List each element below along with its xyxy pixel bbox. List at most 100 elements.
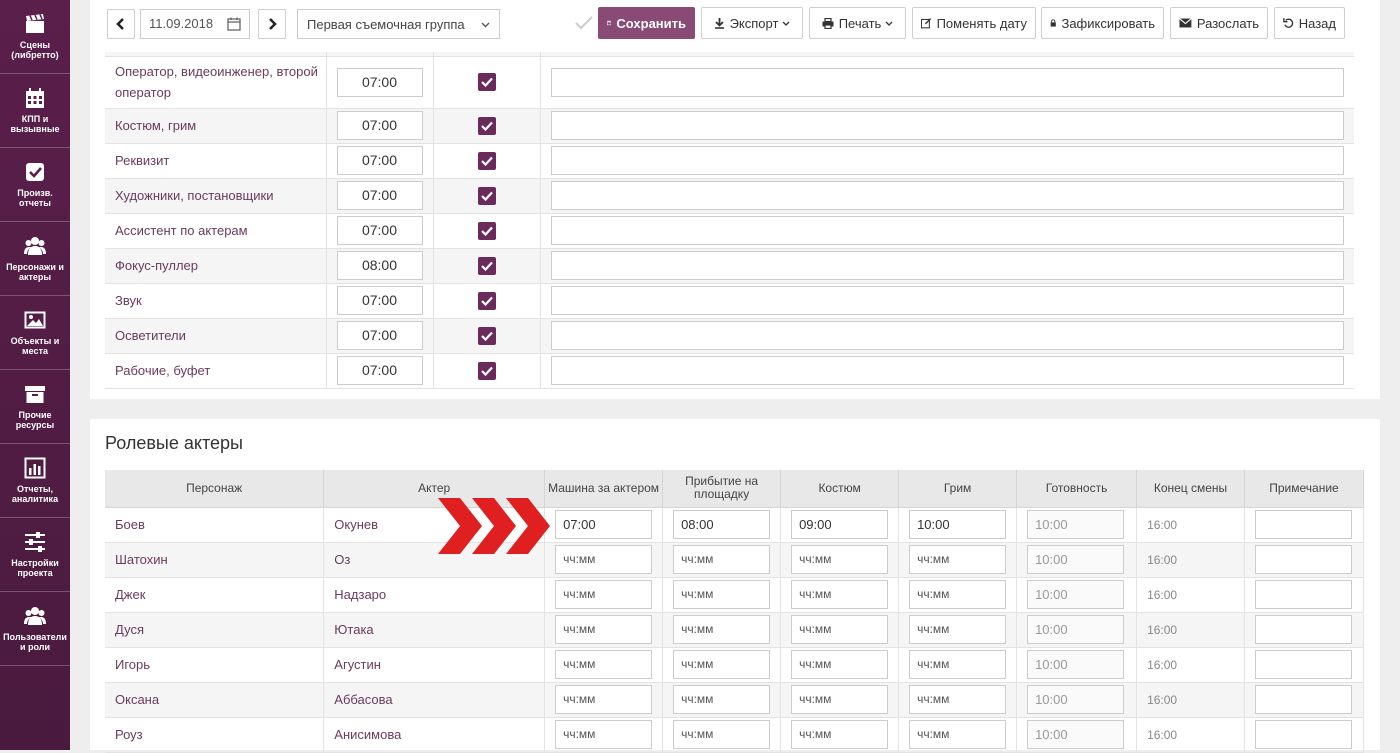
cast-arrival-cell: чч:мм [662, 647, 782, 683]
cast-makeup-input[interactable]: чч:мм [909, 580, 1007, 609]
calendar-icon[interactable] [227, 17, 241, 31]
crew-checkbox[interactable] [477, 361, 496, 380]
crew-note-input[interactable] [550, 146, 1344, 175]
chevron-down-icon [885, 21, 893, 26]
cast-note-cell [1244, 577, 1365, 613]
crew-checkbox[interactable] [477, 291, 496, 310]
print-button[interactable]: Печать [809, 7, 906, 39]
export-button[interactable]: Экспорт [701, 7, 803, 39]
crew-time-input[interactable]: 07:00 [336, 181, 423, 210]
crew-time-input[interactable]: 07:00 [336, 146, 423, 175]
sidebar-item-8[interactable]: Пользователи и роли [0, 592, 70, 666]
cast-car-input[interactable]: 07:00 [555, 510, 653, 539]
crew-note-input[interactable] [550, 111, 1344, 140]
crew-checkbox[interactable] [477, 151, 496, 170]
sidebar-item-6[interactable]: Отчеты, аналитика [0, 444, 70, 518]
cast-note-input[interactable] [1254, 545, 1352, 574]
sidebar-item-0[interactable]: Сцены (либретто) [0, 0, 70, 74]
crew-checkbox[interactable] [477, 73, 496, 91]
crew-time-input[interactable]: 07:00 [336, 286, 423, 315]
sidebar-item-3[interactable]: Персонажи и актеры [0, 222, 70, 296]
sidebar-item-5[interactable]: Прочие ресурсы [0, 370, 70, 444]
save-button[interactable]: Сохранить [598, 7, 695, 39]
crew-time-input[interactable]: 07:00 [336, 216, 423, 245]
cast-costume-input[interactable]: 09:00 [791, 510, 889, 539]
crew-time-input[interactable]: 07:00 [336, 356, 423, 385]
cast-header-cell: Конец смены [1136, 470, 1245, 508]
cast-costume-input[interactable]: чч:мм [791, 615, 889, 644]
cast-makeup-input[interactable]: чч:мм [909, 615, 1007, 644]
crew-note-cell [540, 178, 1354, 214]
crew-time-input[interactable]: 07:00 [336, 67, 423, 97]
cast-makeup-input[interactable]: чч:мм [909, 720, 1007, 749]
crew-checkbox[interactable] [477, 221, 496, 240]
cast-note-input[interactable] [1254, 685, 1352, 714]
table-row: Фокус-пуллер 08:00 [105, 248, 1354, 284]
crew-note-input[interactable] [550, 251, 1344, 280]
cast-arrival-input[interactable]: чч:мм [673, 650, 771, 679]
crew-checkbox[interactable] [477, 256, 496, 275]
crew-note-input[interactable] [550, 356, 1344, 385]
cast-note-input[interactable] [1254, 650, 1352, 679]
crew-time-input[interactable]: 07:00 [336, 321, 423, 350]
crew-note-input[interactable] [550, 181, 1344, 210]
next-date-button[interactable] [258, 9, 286, 39]
group-select[interactable]: Первая съемочная группа [297, 9, 500, 39]
cast-arrival-input[interactable]: 08:00 [673, 510, 771, 539]
cast-makeup-input[interactable]: чч:мм [909, 545, 1007, 574]
cast-makeup-input[interactable]: чч:мм [909, 650, 1007, 679]
cast-actor: Агустин [323, 647, 546, 683]
prev-date-button[interactable] [107, 9, 135, 39]
cast-costume-input[interactable]: чч:мм [791, 685, 889, 714]
crew-time-input[interactable]: 07:00 [336, 111, 423, 140]
sidebar-item-4[interactable]: Объекты и места [0, 296, 70, 370]
crew-checkbox[interactable] [477, 116, 496, 135]
cast-makeup-cell: чч:мм [898, 577, 1018, 613]
cast-arrival-input[interactable]: чч:мм [673, 545, 771, 574]
cast-car-input[interactable]: чч:мм [555, 650, 653, 679]
sidebar-item-7[interactable]: Настройки проекта [0, 518, 70, 592]
cast-note-cell [1244, 542, 1365, 578]
cast-arrival-input[interactable]: чч:мм [673, 720, 771, 749]
cast-car-input[interactable]: чч:мм [555, 580, 653, 609]
cast-costume-input[interactable]: чч:мм [791, 545, 889, 574]
change-date-button[interactable]: Поменять дату [912, 7, 1036, 39]
sidebar-item-1[interactable]: КПП и вызывные [0, 74, 70, 148]
cast-costume-cell: чч:мм [780, 542, 900, 578]
cast-makeup-input[interactable]: чч:мм [909, 685, 1007, 714]
cast-note-input[interactable] [1254, 580, 1352, 609]
cast-makeup-input[interactable]: 10:00 [909, 510, 1007, 539]
cast-note-cell [1244, 682, 1365, 718]
cast-note-input[interactable] [1254, 510, 1352, 539]
crew-check-cell [433, 213, 541, 249]
cast-arrival-input[interactable]: чч:мм [673, 685, 771, 714]
back-button[interactable]: Назад [1274, 7, 1345, 39]
crew-checkbox[interactable] [477, 186, 496, 205]
crew-note-input[interactable] [550, 216, 1344, 245]
fix-button[interactable]: Зафиксировать [1041, 7, 1164, 39]
send-button[interactable]: Разослать [1170, 7, 1268, 39]
cast-car-input[interactable]: чч:мм [555, 685, 653, 714]
cast-note-input[interactable] [1254, 720, 1352, 749]
cast-car-input[interactable]: чч:мм [555, 545, 653, 574]
sidebar-item-2[interactable]: Произв. отчеты [0, 148, 70, 222]
cast-table: Персонаж Актер Машина за актером Прибытие н… [105, 470, 1365, 753]
cast-arrival-input[interactable]: чч:мм [673, 615, 771, 644]
crew-note-input[interactable] [550, 286, 1344, 315]
sidebar-item-label: Отчеты, аналитика [11, 484, 59, 504]
cast-costume-input[interactable]: чч:мм [791, 580, 889, 609]
sidebar-item-label: Прочие ресурсы [15, 410, 55, 430]
date-input[interactable]: 11.09.2018 [140, 9, 250, 39]
cast-arrival-input[interactable]: чч:мм [673, 580, 771, 609]
crew-note-input[interactable] [550, 321, 1344, 350]
cast-car-input[interactable]: чч:мм [555, 720, 653, 749]
cast-ready-cell: 10:00 [1016, 577, 1138, 613]
crew-time-input[interactable]: 08:00 [336, 251, 423, 280]
cast-costume-input[interactable]: чч:мм [791, 720, 889, 749]
cast-role: Боев [105, 507, 325, 543]
cast-note-input[interactable] [1254, 615, 1352, 644]
cast-costume-input[interactable]: чч:мм [791, 650, 889, 679]
crew-checkbox[interactable] [477, 326, 496, 345]
cast-car-input[interactable]: чч:мм [555, 615, 653, 644]
crew-note-input[interactable] [550, 67, 1344, 97]
